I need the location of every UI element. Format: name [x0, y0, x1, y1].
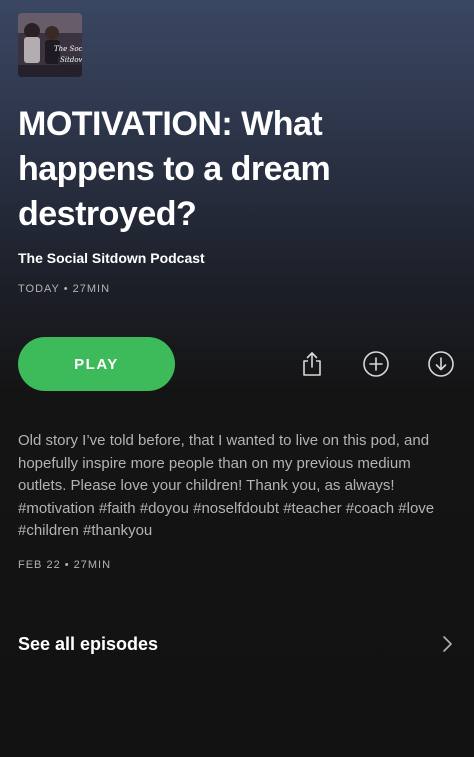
cover-art-image: The Social Sitdown — [18, 13, 82, 77]
see-all-episodes-label: See all episodes — [18, 633, 159, 654]
cover-text-line2: Sitdown — [60, 56, 82, 64]
episode-description: Old story I’ve told before, that I wante… — [18, 432, 435, 540]
add-circle-icon — [363, 351, 389, 377]
play-button[interactable]: PLAY — [18, 337, 175, 391]
share-icon — [303, 352, 321, 376]
chevron-right-icon — [443, 636, 452, 652]
episode-title: MOTIVATION: What happens to a dream dest… — [18, 105, 331, 233]
episode-publish-date-duration: FEB 22 • 27MIN — [18, 559, 112, 571]
podcast-cover-art: The Social Sitdown — [18, 13, 82, 77]
episode-page: The Social Sitdown MOTIVATION: What happ… — [0, 0, 474, 757]
add-to-library-button[interactable] — [362, 350, 390, 378]
see-all-episodes-row[interactable]: See all episodes — [0, 622, 474, 666]
episode-date-duration: TODAY • 27MIN — [18, 283, 111, 295]
share-button[interactable] — [298, 350, 326, 378]
download-circle-icon — [428, 351, 454, 377]
cover-text-line1: The Social — [54, 45, 82, 53]
download-button[interactable] — [427, 350, 455, 378]
podcast-name-link[interactable]: The Social Sitdown Podcast — [18, 250, 205, 266]
